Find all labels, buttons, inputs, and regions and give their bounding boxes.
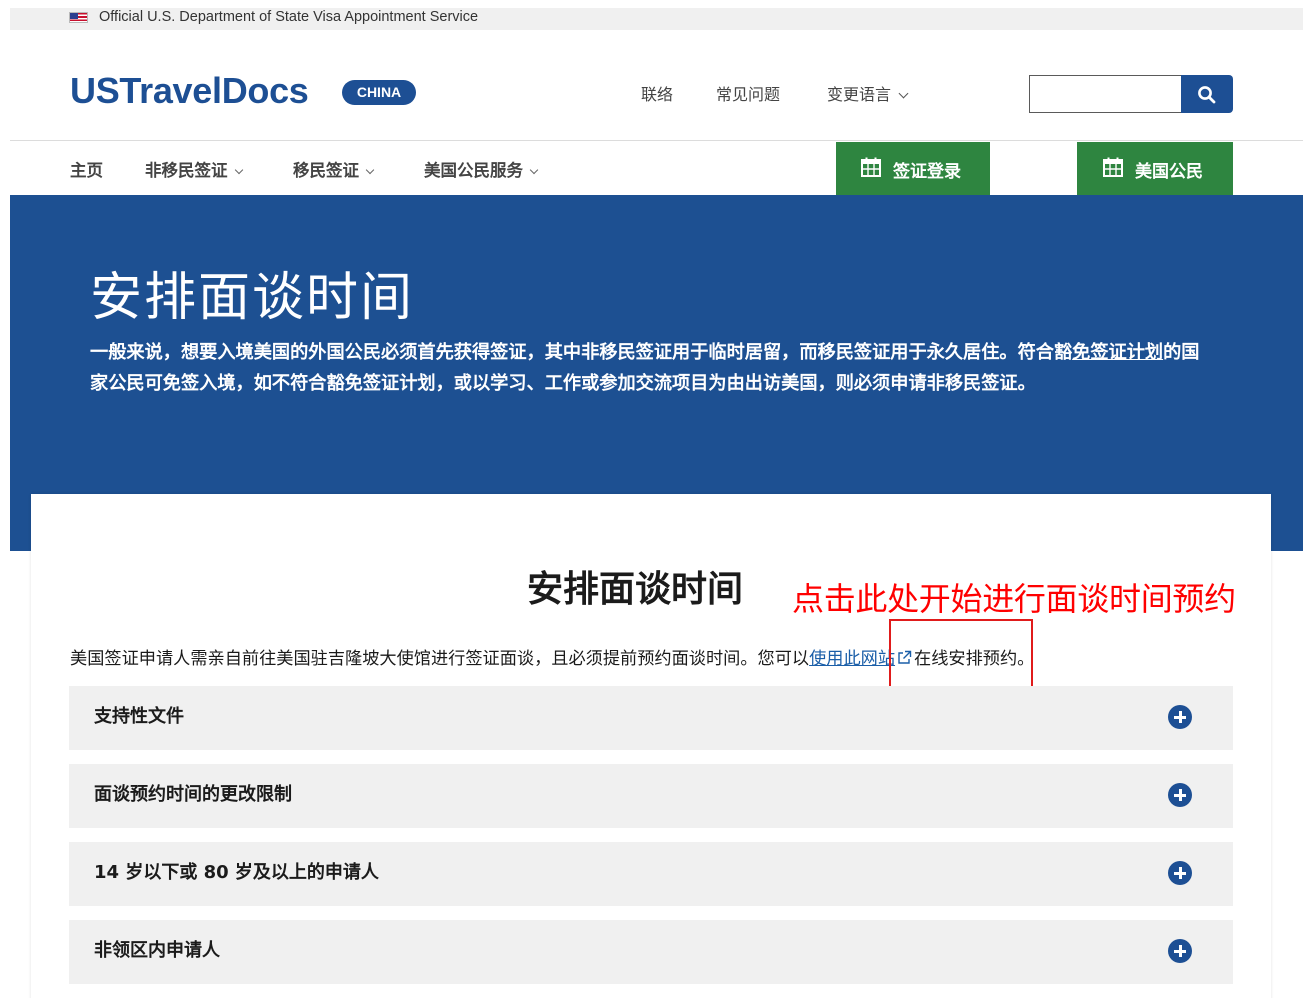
contact-link[interactable]: 联络 xyxy=(641,81,673,105)
us-citizen-label: 美国公民 xyxy=(1135,162,1203,182)
hero-text-part1: 一般来说，想要入境美国的外国公民必须首先获得签证，其中非移民签证用于临时居留，而… xyxy=(90,342,1073,363)
accordion-label: 支持性文件 xyxy=(94,706,184,727)
nav-home[interactable]: 主页 xyxy=(70,157,103,181)
visa-login-label: 签证登录 xyxy=(893,162,961,182)
plus-circle-icon xyxy=(1168,861,1192,885)
country-badge: CHINA xyxy=(342,80,416,105)
visa-login-button[interactable]: 签证登录 xyxy=(836,142,990,195)
search-input[interactable] xyxy=(1029,75,1182,113)
us-citizen-button[interactable]: 美国公民 xyxy=(1077,142,1233,195)
plus-circle-icon xyxy=(1168,939,1192,963)
accordion-reschedule-limits[interactable]: 面谈预约时间的更改限制 xyxy=(69,764,1233,828)
nav-immigrant-visa[interactable]: 移民签证 xyxy=(293,157,375,181)
accordion-supporting-documents[interactable]: 支持性文件 xyxy=(69,686,1233,750)
plus-circle-icon xyxy=(1168,783,1192,807)
accordion-label: 面谈预约时间的更改限制 xyxy=(94,784,292,805)
hero-description: 一般来说，想要入境美国的外国公民必须首先获得签证，其中非移民签证用于临时居留，而… xyxy=(90,337,1215,399)
search-button[interactable] xyxy=(1181,75,1233,113)
nav-nonimmigrant-label: 非移民签证 xyxy=(145,161,228,180)
hero-title: 安排面谈时间 xyxy=(90,268,415,328)
language-dropdown[interactable]: 变更语言 xyxy=(827,81,909,105)
official-banner: Official U.S. Department of State Visa A… xyxy=(10,8,1303,30)
nav-nonimmigrant-visa[interactable]: 非移民签证 xyxy=(145,157,243,181)
nav-citizen-services[interactable]: 美国公民服务 xyxy=(424,157,539,181)
search-icon xyxy=(1198,86,1216,104)
us-flag-icon xyxy=(69,12,88,23)
plus-circle-icon xyxy=(1168,705,1192,729)
faq-link[interactable]: 常见问题 xyxy=(716,81,780,105)
header-divider xyxy=(10,140,1303,141)
chevron-down-icon xyxy=(234,165,243,175)
chevron-down-icon xyxy=(365,165,375,175)
calendar-icon xyxy=(1103,157,1123,177)
accordion-out-of-district[interactable]: 非领区内申请人 xyxy=(69,920,1233,984)
annotation-text: 点击此处开始进行面谈时间预约 xyxy=(792,580,1236,618)
accordion-age-applicants[interactable]: 14 岁以下或 80 岁及以上的申请人 xyxy=(69,842,1233,906)
chevron-down-icon xyxy=(529,165,539,175)
accordion-label: 14 岁以下或 80 岁及以上的申请人 xyxy=(94,862,379,883)
schedule-website-link-label: 使用此网站 xyxy=(809,649,896,669)
language-label: 变更语言 xyxy=(827,85,892,104)
accordion-label: 非领区内申请人 xyxy=(94,940,220,961)
section-title: 安排面谈时间 xyxy=(527,569,744,610)
site-logo[interactable]: USTravelDocs xyxy=(70,70,309,112)
intro-text-before: 美国签证申请人需亲自前往美国驻吉隆坡大使馆进行签证面谈，且必须提前预约面谈时间。… xyxy=(70,649,810,669)
official-banner-text: Official U.S. Department of State Visa A… xyxy=(99,9,479,25)
visa-waiver-program-link[interactable]: 免签证计划 xyxy=(1072,342,1163,363)
chevron-down-icon xyxy=(898,88,909,99)
annotation-highlight-box xyxy=(889,619,1033,691)
nav-citizen-services-label: 美国公民服务 xyxy=(424,161,523,180)
nav-immigrant-label: 移民签证 xyxy=(293,161,359,180)
calendar-icon xyxy=(861,157,881,177)
